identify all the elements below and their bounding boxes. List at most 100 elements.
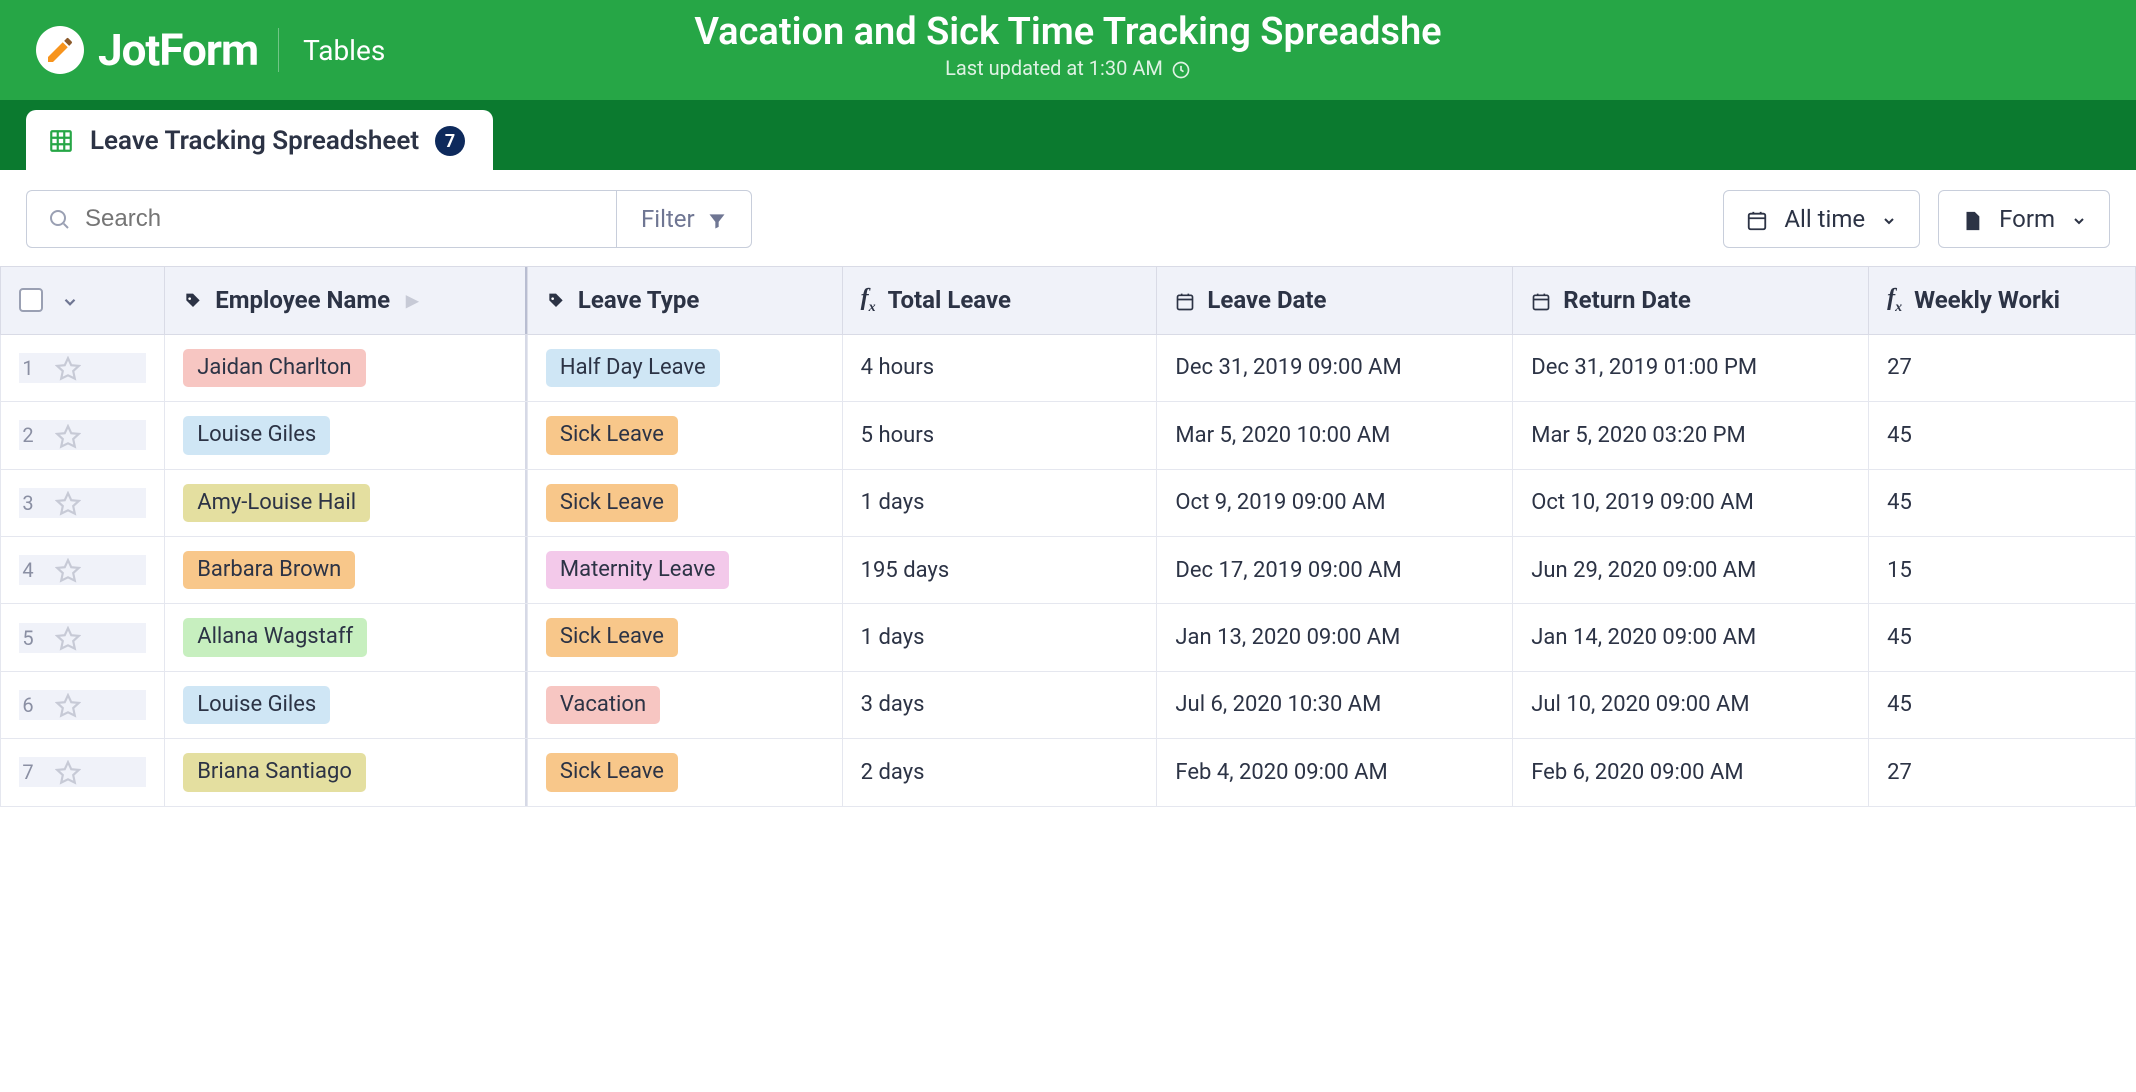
star-icon[interactable] [55,420,81,450]
cell-total-leave[interactable]: 1 days [842,604,1157,671]
cell-total-leave[interactable]: 1 days [842,469,1157,536]
cell-employee-name[interactable]: Allana Wagstaff [165,604,528,671]
col-total-leave[interactable]: fx Total Leave [842,267,1157,335]
cell-leave-date[interactable]: Jan 13, 2020 09:00 AM [1157,604,1513,671]
leave-type-chip: Maternity Leave [546,551,730,589]
row-controls-cell: 2 [1,402,165,469]
star-icon[interactable] [55,690,81,720]
cell-total-leave[interactable]: 2 days [842,739,1157,806]
cell-weekly-working[interactable]: 45 [1869,402,2136,469]
time-range-button[interactable]: All time [1723,190,1920,248]
cell-return-date[interactable]: Feb 6, 2020 09:00 AM [1513,739,1869,806]
cell-leave-type[interactable]: Vacation [527,671,842,738]
cell-weekly-working[interactable]: 27 [1869,334,2136,401]
star-icon[interactable] [55,353,81,383]
cell-return-date[interactable]: Jan 14, 2020 09:00 AM [1513,604,1869,671]
cell-return-date[interactable]: Mar 5, 2020 03:20 PM [1513,402,1869,469]
last-updated: Last updated at 1:30 AM [658,56,1478,80]
table-row[interactable]: 6 Louise Giles Vacation 3 days Jul 6, 20… [1,671,2136,738]
leave-type-chip: Sick Leave [546,753,678,791]
cell-leave-date[interactable]: Jul 6, 2020 10:30 AM [1157,671,1513,738]
cell-weekly-working[interactable]: 27 [1869,739,2136,806]
tab-leave-tracking[interactable]: Leave Tracking Spreadsheet 7 [26,110,493,170]
employee-name-chip: Briana Santiago [183,753,366,791]
cell-leave-type[interactable]: Half Day Leave [527,334,842,401]
col-leave-date[interactable]: Leave Date [1157,267,1513,335]
cell-weekly-working[interactable]: 45 [1869,469,2136,536]
star-icon[interactable] [55,488,81,518]
table-row[interactable]: 5 Allana Wagstaff Sick Leave 1 days Jan … [1,604,2136,671]
cell-employee-name[interactable]: Louise Giles [165,402,528,469]
cell-leave-date[interactable]: Mar 5, 2020 10:00 AM [1157,402,1513,469]
cell-return-date[interactable]: Jun 29, 2020 09:00 AM [1513,536,1869,603]
total-leave-value: 4 hours [861,355,934,380]
cell-leave-date[interactable]: Oct 9, 2019 09:00 AM [1157,469,1513,536]
leave-type-chip: Vacation [546,686,660,724]
col-leave-type[interactable]: Leave Type [527,267,842,335]
col-employee-name[interactable]: Employee Name ▸ [165,267,528,335]
cell-leave-date[interactable]: Dec 17, 2019 09:00 AM [1157,536,1513,603]
cell-leave-type[interactable]: Sick Leave [527,604,842,671]
filter-button[interactable]: Filter [616,190,752,248]
tabs-bar: Leave Tracking Spreadsheet 7 [0,100,2136,170]
cell-total-leave[interactable]: 195 days [842,536,1157,603]
title-area: Vacation and Sick Time Tracking Spreadsh… [658,10,1478,80]
brand-logo[interactable]: JotForm [36,24,258,76]
total-leave-value: 1 days [861,625,925,650]
cell-total-leave[interactable]: 4 hours [842,334,1157,401]
col-return-date[interactable]: Return Date [1513,267,1869,335]
section-label[interactable]: Tables [303,34,385,67]
col-label: Weekly Worki [1914,286,2060,314]
page-title[interactable]: Vacation and Sick Time Tracking Spreadsh… [658,10,1478,54]
table-row[interactable]: 3 Amy-Louise Hail Sick Leave 1 days Oct … [1,469,2136,536]
weekly-working-value: 15 [1887,558,1912,583]
row-controls-cell: 5 [1,604,165,671]
cell-weekly-working[interactable]: 45 [1869,604,2136,671]
cell-employee-name[interactable]: Barbara Brown [165,536,528,603]
chevron-down-icon[interactable] [61,286,79,314]
search-icon [47,207,71,231]
calendar-icon [1175,286,1195,314]
cell-employee-name[interactable]: Louise Giles [165,671,528,738]
weekly-working-value: 27 [1887,760,1912,785]
tag-icon [183,286,203,314]
row-number: 1 [19,356,37,380]
select-all-checkbox[interactable] [19,288,43,312]
cell-leave-type[interactable]: Maternity Leave [527,536,842,603]
return-date-value: Mar 5, 2020 03:20 PM [1531,423,1745,448]
cell-return-date[interactable]: Jul 10, 2020 09:00 AM [1513,671,1869,738]
row-number: 6 [19,693,37,717]
search-input[interactable] [85,205,596,233]
cell-employee-name[interactable]: Amy-Louise Hail [165,469,528,536]
total-leave-value: 195 days [861,558,950,583]
cell-weekly-working[interactable]: 15 [1869,536,2136,603]
leave-type-chip: Half Day Leave [546,349,720,387]
cell-employee-name[interactable]: Briana Santiago [165,739,528,806]
star-icon[interactable] [55,623,81,653]
cell-total-leave[interactable]: 3 days [842,671,1157,738]
cell-return-date[interactable]: Dec 31, 2019 01:00 PM [1513,334,1869,401]
table-row[interactable]: 2 Louise Giles Sick Leave 5 hours Mar 5,… [1,402,2136,469]
form-button[interactable]: Form [1938,190,2110,248]
col-weekly-working[interactable]: fx Weekly Worki [1869,267,2136,335]
cell-total-leave[interactable]: 5 hours [842,402,1157,469]
cell-leave-date[interactable]: Feb 4, 2020 09:00 AM [1157,739,1513,806]
cell-employee-name[interactable]: Jaidan Charlton [165,334,528,401]
search-box[interactable] [26,190,616,248]
grid-icon [48,128,74,154]
return-date-value: Jun 29, 2020 09:00 AM [1531,558,1756,583]
cell-leave-type[interactable]: Sick Leave [527,469,842,536]
cell-leave-date[interactable]: Dec 31, 2019 09:00 AM [1157,334,1513,401]
star-icon[interactable] [55,757,81,787]
filter-label: Filter [641,205,695,233]
cell-leave-type[interactable]: Sick Leave [527,739,842,806]
cell-leave-type[interactable]: Sick Leave [527,402,842,469]
table-row[interactable]: 1 Jaidan Charlton Half Day Leave 4 hours… [1,334,2136,401]
cell-return-date[interactable]: Oct 10, 2019 09:00 AM [1513,469,1869,536]
cell-weekly-working[interactable]: 45 [1869,671,2136,738]
star-icon[interactable] [55,555,81,585]
table-row[interactable]: 4 Barbara Brown Maternity Leave 195 days… [1,536,2136,603]
table-row[interactable]: 7 Briana Santiago Sick Leave 2 days Feb … [1,739,2136,806]
tab-count-badge: 7 [435,126,465,156]
leave-date-value: Mar 5, 2020 10:00 AM [1175,423,1390,448]
